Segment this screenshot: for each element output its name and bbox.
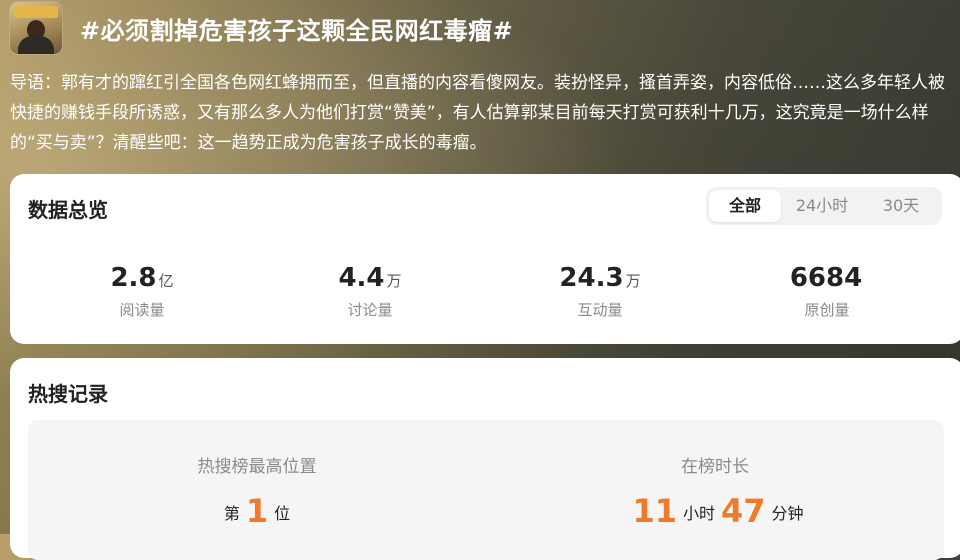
duration-hours: 11	[632, 492, 677, 530]
stat-number: 6684	[789, 263, 863, 293]
topic-title: #必须割掉危害孩子这颗全民网红毒瘤#	[80, 16, 514, 45]
stat-label: 阅读量	[119, 301, 165, 319]
topic-intro: 导语：郭有才的蹿红引全国各色网红蜂拥而至，但直播的内容看傻网友。装扮怪异，搔首弄…	[10, 73, 945, 153]
hot-search-card: 热搜记录 热搜榜最高位置 第1位 在榜时长 11 小时 47 分钟	[10, 358, 960, 560]
hot-search-panel: 热搜榜最高位置 第1位 在榜时长 11 小时 47 分钟	[28, 420, 944, 560]
tab-24h[interactable]: 24小时	[781, 190, 863, 222]
time-range-tabs: 全部 24小时 30天	[706, 187, 942, 225]
stat-value: 4.4 万	[280, 262, 460, 297]
stat-label: 互动量	[577, 301, 623, 319]
peak-prefix: 第	[223, 504, 240, 523]
stat-label: 讨论量	[347, 301, 393, 319]
stat-discussions: 4.4 万 讨论量	[280, 262, 460, 320]
stat-value: 24.3 万	[510, 262, 690, 297]
tab-all[interactable]: 全部	[709, 190, 781, 222]
stat-label: 原创量	[804, 301, 850, 319]
stat-unit: 万	[386, 272, 402, 290]
duration-hours-unit: 小时	[682, 504, 715, 523]
avatar-sign-shape	[14, 6, 58, 18]
topic-header: #必须割掉危害孩子这颗全民网红毒瘤#	[10, 0, 513, 56]
peak-number: 1	[245, 492, 269, 530]
duration-minutes: 47	[721, 492, 766, 530]
stat-interactions: 24.3 万 互动量	[510, 262, 690, 320]
stat-unit: 亿	[158, 272, 174, 290]
stat-number: 24.3	[559, 263, 624, 293]
stat-value: 6684	[737, 262, 917, 297]
data-overview-card: 数据总览 全部 24小时 30天 2.8 亿 阅读量 4.4 万 讨论量 24.3 万…	[10, 174, 960, 344]
peak-value: 第1位	[28, 491, 486, 534]
topic-avatar[interactable]	[10, 2, 62, 54]
time-on-list: 在榜时长 11 小时 47 分钟	[486, 420, 944, 534]
hot-search-title: 热搜记录	[28, 382, 108, 406]
stat-originals: 6684 原创量	[737, 262, 917, 320]
stat-number: 4.4	[338, 263, 385, 293]
tab-30d[interactable]: 30天	[863, 190, 939, 222]
stat-number: 2.8	[110, 263, 157, 293]
duration-minutes-unit: 分钟	[771, 504, 804, 523]
duration-label: 在榜时长	[681, 457, 749, 477]
overview-title: 数据总览	[28, 198, 108, 222]
peak-suffix: 位	[274, 504, 291, 523]
stat-reads: 2.8 亿 阅读量	[52, 262, 232, 320]
peak-position: 热搜榜最高位置 第1位	[28, 420, 486, 534]
stat-value: 2.8 亿	[52, 262, 232, 297]
stat-unit: 万	[625, 272, 641, 290]
overview-stats: 2.8 亿 阅读量 4.4 万 讨论量 24.3 万 互动量 6684 原创量	[10, 262, 960, 322]
duration-value: 11 小时 47 分钟	[486, 491, 944, 534]
peak-label: 热搜榜最高位置	[197, 457, 317, 477]
avatar-body-shape	[18, 36, 54, 54]
